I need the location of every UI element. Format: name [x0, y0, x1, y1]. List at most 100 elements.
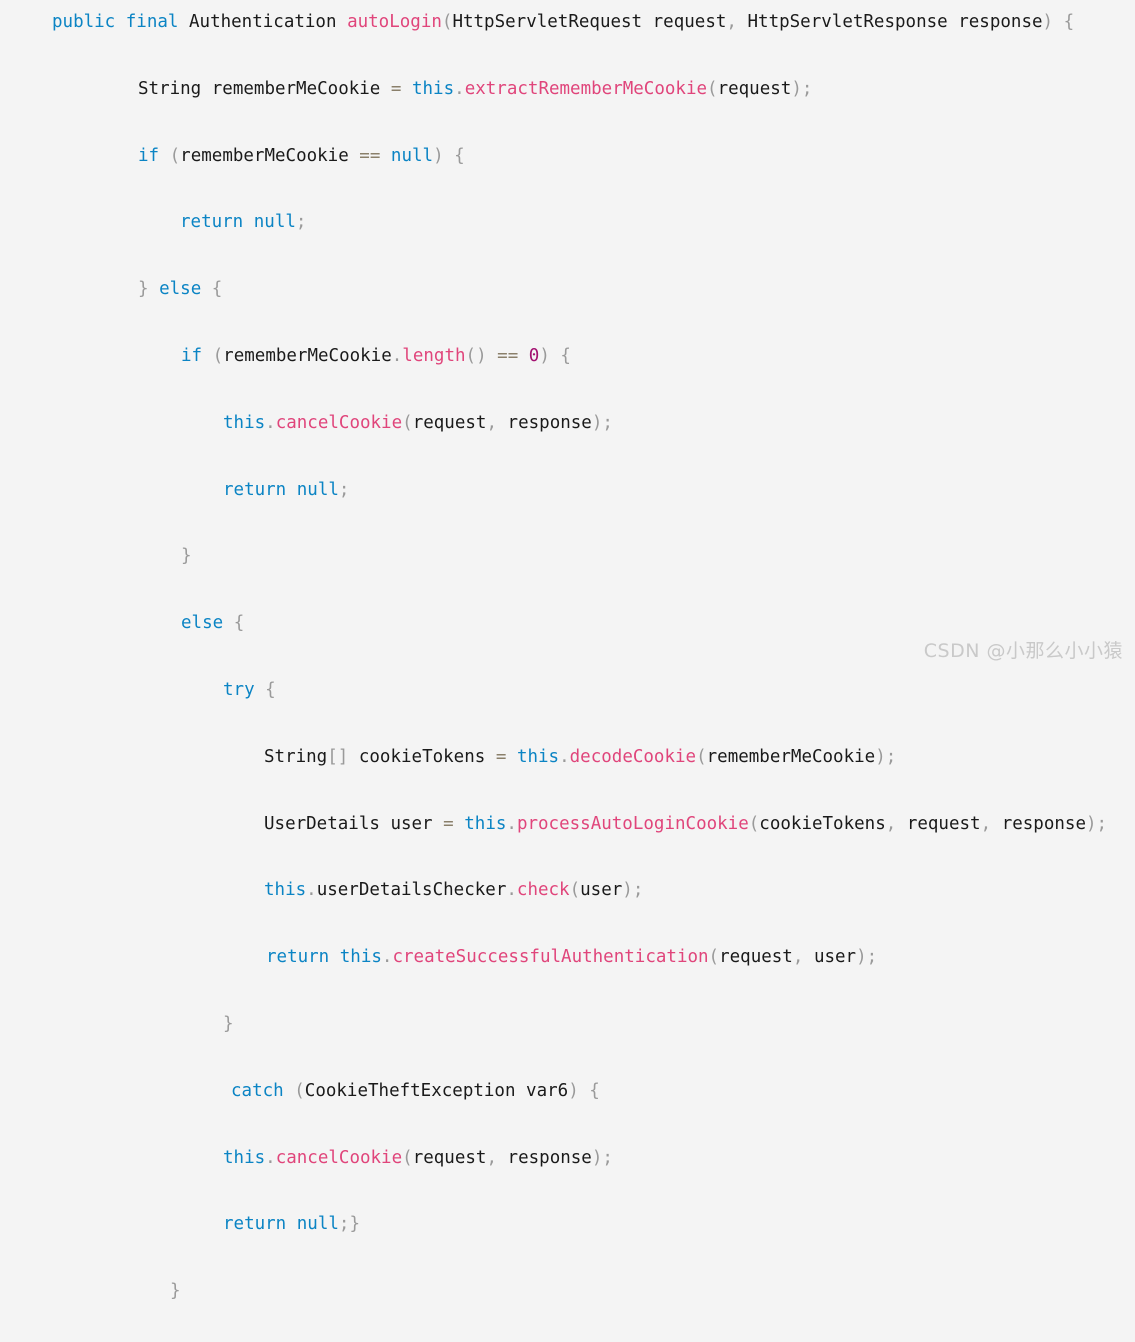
code-token-plain: request	[717, 78, 792, 99]
code-token-punct: }	[138, 279, 149, 300]
code-token-method: autoLogin	[347, 12, 442, 32]
code-token-operator: =	[390, 78, 402, 99]
code-token-punct: ;	[602, 412, 613, 433]
code-token-keyword: if	[181, 345, 203, 366]
code-line: }	[0, 540, 1107, 573]
code-token-plain: request	[906, 813, 981, 834]
code-token-punct: )	[591, 1147, 603, 1168]
code-token-plain: cookieTokens	[358, 746, 486, 767]
code-token-operator: ==	[359, 145, 381, 166]
code-token-punct: (	[402, 1147, 413, 1168]
code-token-punct: }	[223, 1013, 234, 1034]
code-line: return null;	[0, 474, 1107, 507]
code-token-punct: (	[441, 12, 453, 32]
code-token-field: userDetailsChecker	[316, 880, 507, 901]
code-token-keyword: return	[266, 947, 330, 968]
code-token-punct: [	[327, 746, 338, 767]
code-token-punct: )	[1042, 12, 1054, 32]
code-token-keyword: catch	[231, 1080, 284, 1101]
code-token-punct: )	[856, 947, 867, 968]
code-token-punct: ,	[486, 1147, 497, 1168]
code-token-keyword: null	[253, 212, 296, 233]
code-line: return this.createSuccessfulAuthenticati…	[0, 941, 1107, 974]
code-token-method: check	[516, 880, 570, 901]
code-token-plain: request	[652, 12, 727, 32]
code-token-punct: .	[381, 947, 393, 968]
code-token-keyword: this	[411, 78, 455, 99]
code-token-method: extractRememberMeCookie	[464, 78, 708, 99]
code-token-punct: .	[559, 746, 570, 767]
code-token-keyword: this	[223, 1147, 266, 1168]
code-token-keyword: final	[125, 12, 179, 32]
code-token-punct: }	[349, 1214, 361, 1235]
code-token-keyword: else	[181, 613, 224, 634]
code-token-plain: request	[412, 412, 487, 433]
code-token-punct: ;	[338, 1214, 350, 1235]
code-token-punct: ;	[866, 947, 878, 968]
code-token-punct: ]	[337, 746, 349, 767]
code-token-keyword: public	[52, 12, 116, 32]
code-token-punct: ;	[632, 880, 644, 901]
code-token-punct: }	[181, 546, 192, 567]
code-token-punct: (	[402, 412, 413, 433]
code-viewer: public final Authentication autoLogin(Ht…	[0, 0, 1135, 1301]
code-token-plain: response	[1001, 813, 1086, 834]
code-token-plain: rememberMeCookie	[180, 145, 349, 166]
code-token-punct: .	[506, 813, 517, 834]
code-token-keyword: null	[296, 479, 339, 500]
code-block[interactable]: public final Authentication autoLogin(Ht…	[0, 0, 1107, 1342]
code-token-type: Authentication	[189, 12, 337, 32]
code-token-plain: rememberMeCookie	[223, 345, 392, 366]
code-token-type: String	[138, 78, 202, 99]
code-token-keyword: try	[223, 679, 255, 700]
code-token-plain: rememberMeCookie	[211, 78, 381, 99]
code-token-keyword: null	[296, 1214, 339, 1235]
code-token-keyword: else	[159, 279, 202, 300]
code-line: return null;}	[0, 1208, 1107, 1241]
code-token-punct: )	[875, 746, 886, 767]
code-token-punct: ,	[486, 412, 497, 433]
code-token-punct: ,	[726, 12, 737, 32]
code-token-keyword: return	[223, 1214, 287, 1235]
code-token-punct: ;	[885, 746, 897, 767]
code-token-punct: ;	[295, 212, 307, 233]
code-token-punct: )	[622, 880, 633, 901]
code-token-type: HttpServletRequest	[452, 12, 643, 32]
code-token-keyword: this	[516, 746, 560, 767]
code-token-keyword: null	[390, 145, 434, 166]
code-token-punct: )	[433, 145, 444, 166]
code-line: public final Authentication autoLogin(Ht…	[0, 6, 1107, 39]
code-token-plain: response	[958, 12, 1043, 32]
code-token-plain: response	[507, 412, 592, 433]
code-token-punct: {	[589, 1080, 600, 1101]
code-token-plain: request	[719, 947, 793, 968]
code-token-plain: user	[813, 947, 857, 968]
code-token-type: String	[264, 746, 328, 767]
code-token-operator: ==	[497, 345, 519, 366]
code-line: if (rememberMeCookie == null) {	[0, 140, 1107, 173]
code-token-punct: (	[294, 1080, 305, 1101]
code-line: if (rememberMeCookie.length() == 0) {	[0, 340, 1107, 373]
